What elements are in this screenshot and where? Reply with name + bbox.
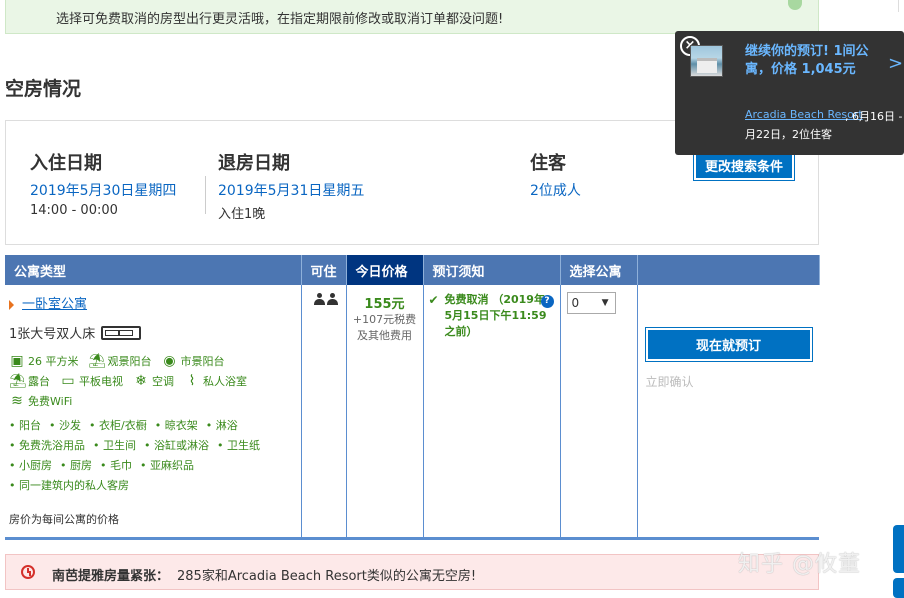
header-action — [637, 255, 820, 285]
facility-area: 26 平方米 — [28, 355, 79, 368]
check-icon: ✔ — [428, 293, 439, 307]
banner-decoration — [788, 0, 802, 10]
bed-icon — [101, 325, 142, 340]
popup-dates-cont: 月22日，2位住客 — [745, 128, 832, 141]
checkout-date[interactable]: 2019年5月31日星期五 — [218, 180, 364, 200]
tax-note: +107元税费及其他费用 — [352, 313, 417, 342]
amenity-item: 淋浴 — [206, 419, 238, 432]
room-table: 公寓类型 可住 今日价格 预订须知 选择公寓 一卧室公寓 1张大号双人床 ▣ 26… — [5, 255, 820, 540]
guests-value[interactable]: 2位成人 — [530, 180, 581, 200]
amenity-list-4: 同一建筑内的私人客房 — [9, 477, 137, 493]
room-name-link[interactable]: 一卧室公寓 — [22, 297, 87, 312]
facilities-row-1: ▣ 26 平方米 ⛱ 观景阳台 ◉ 市景阳台 — [9, 353, 225, 369]
tv-icon: ▭ — [61, 373, 75, 389]
facilities-row-3: ≋ 免费WiFi — [9, 393, 72, 409]
facilities-row-2: ⛱ 露台 ▭ 平板电视 ❄ 空调 ⌇ 私人浴室 — [9, 373, 247, 389]
area-icon: ▣ — [10, 353, 24, 369]
popup-dates: , 6月16日 - 6 — [845, 110, 904, 123]
amenity-item: 免费洗浴用品 — [9, 439, 85, 452]
bed-text: 1张大号双人床 — [9, 327, 96, 342]
help-icon[interactable]: ? — [540, 295, 554, 308]
alert-text: 285家和Arcadia Beach Resort类似的公寓无空房! — [177, 569, 477, 584]
alarm-clock-icon — [21, 565, 35, 579]
price-value: 155元 — [364, 297, 405, 312]
two-guests-icon — [313, 293, 338, 305]
person-icon — [326, 293, 338, 305]
capacity-cell — [301, 285, 347, 540]
quantity-value: 0 — [571, 296, 580, 310]
header-room-type: 公寓类型 — [5, 255, 302, 285]
amenity-item: 毛巾 — [100, 459, 132, 472]
chevron-down-icon: ▼ — [601, 298, 609, 308]
feedback-tab[interactable] — [893, 525, 904, 573]
quantity-select[interactable]: 0 ▼ — [566, 292, 616, 314]
person-icon — [313, 293, 325, 305]
facility-view-balcony: 观景阳台 — [107, 355, 152, 368]
shower-icon: ⌇ — [188, 373, 196, 389]
select-cell: 0 ▼ — [560, 285, 638, 540]
amenity-item: 阳台 — [9, 419, 41, 432]
cancel-policy: ✔ 免费取消 （2019年5月15日下午11:59之前） — [429, 292, 549, 340]
price-note: 房价为每间公寓的价格 — [9, 513, 119, 526]
amenity-item: 沙发 — [49, 419, 81, 432]
facility-city-balcony: 市景阳台 — [180, 355, 225, 368]
header-capacity: 可住 — [301, 255, 347, 285]
header-policy: 预订须知 — [423, 255, 561, 285]
checkout-label: 退房日期 — [218, 153, 290, 174]
amenity-item: 同一建筑内的私人客房 — [9, 479, 129, 492]
alert-title: 南芭提雅房量紧张： — [52, 569, 170, 584]
amenity-item: 小厨房 — [9, 459, 52, 472]
facility-tv: 平板电视 — [79, 375, 123, 388]
side-tab[interactable] — [893, 578, 904, 598]
page-edge — [898, 0, 904, 12]
facility-wifi: 免费WiFi — [28, 395, 73, 408]
amenity-item: 厨房 — [60, 459, 92, 472]
room-type-cell: 一卧室公寓 1张大号双人床 ▣ 26 平方米 ⛱ 观景阳台 ◉ 市景阳台 ⛱ 露台 ▭ 平… — [5, 285, 302, 540]
book-now-button[interactable]: 现在就预订 — [644, 327, 813, 362]
amenity-item: 浴缸或淋浴 — [144, 439, 209, 452]
balcony-view-icon: ⛱ — [88, 353, 107, 369]
header-price: 今日价格 — [346, 255, 424, 285]
watermark: 知乎 @攸董 — [738, 552, 861, 577]
header-select: 选择公寓 — [560, 255, 638, 285]
amenity-item: 卫生间 — [93, 439, 136, 452]
price-cell: 155元 +107元税费及其他费用 — [346, 285, 424, 540]
free-cancel-banner: 选择可免费取消的房型出行更灵活哦，在指定期限前修改或取消订单都没问题! — [5, 0, 819, 34]
amenity-list-2: 免费洗浴用品卫生间浴缸或淋浴卫生纸 — [9, 437, 268, 453]
expand-arrow-icon — [9, 299, 14, 310]
nights-count: 入住1晚 — [218, 207, 266, 222]
continue-booking-popup[interactable]: × 继续你的预订! 1间公寓，价格 1,045元 > Arcadia Beach… — [675, 31, 904, 155]
availability-title: 空房情况 — [5, 78, 82, 100]
facility-bathroom: 私人浴室 — [203, 375, 247, 388]
terrace-icon: ⛱ — [9, 373, 27, 389]
hotel-thumbnail[interactable] — [690, 45, 723, 77]
facility-terrace: 露台 — [28, 375, 50, 388]
banner-text: 选择可免费取消的房型出行更灵活哦，在指定期限前修改或取消订单都没问题! — [56, 12, 504, 27]
policy-cell: ✔ 免费取消 （2019年5月15日下午11:59之前） ? — [423, 285, 561, 540]
checkin-label: 入住日期 — [30, 153, 102, 174]
bed-info: 1张大号双人床 — [9, 323, 142, 342]
amenity-item: 卫生纸 — [217, 439, 260, 452]
amenity-list-3: 小厨房厨房毛巾亚麻织品 — [9, 457, 202, 473]
checkin-time: 14:00 - 00:00 — [30, 203, 118, 218]
facility-ac: 空调 — [152, 375, 174, 388]
guests-label: 住客 — [530, 153, 566, 174]
cancel-policy-text: 免费取消 （2019年5月15日下午11:59之前） — [444, 293, 547, 338]
checkin-date[interactable]: 2019年5月30日星期四 — [30, 180, 176, 200]
room-name[interactable]: 一卧室公寓 — [9, 293, 87, 312]
amenity-item: 衣柜/衣橱 — [89, 419, 147, 432]
popup-title[interactable]: 继续你的预订! 1间公寓，价格 1,045元 — [745, 43, 880, 79]
snowflake-icon: ❄ — [135, 373, 147, 389]
table-row: 一卧室公寓 1张大号双人床 ▣ 26 平方米 ⛱ 观景阳台 ◉ 市景阳台 ⛱ 露台 ▭ 平… — [5, 285, 819, 540]
scarcity-alert: 南芭提雅房量紧张： 285家和Arcadia Beach Resort类似的公寓… — [5, 554, 819, 590]
action-cell: 现在就预订 立即确认 — [637, 285, 819, 540]
amenity-item: 晾衣架 — [155, 419, 198, 432]
eye-icon: ◉ — [163, 353, 176, 369]
amenity-list-1: 阳台沙发衣柜/衣橱晾衣架淋浴 — [9, 417, 246, 433]
chevron-right-icon[interactable]: > — [888, 53, 903, 74]
amenity-item: 亚麻织品 — [140, 459, 194, 472]
divider — [205, 176, 206, 214]
instant-confirm: 立即确认 — [645, 375, 694, 389]
wifi-icon: ≋ — [11, 393, 23, 409]
